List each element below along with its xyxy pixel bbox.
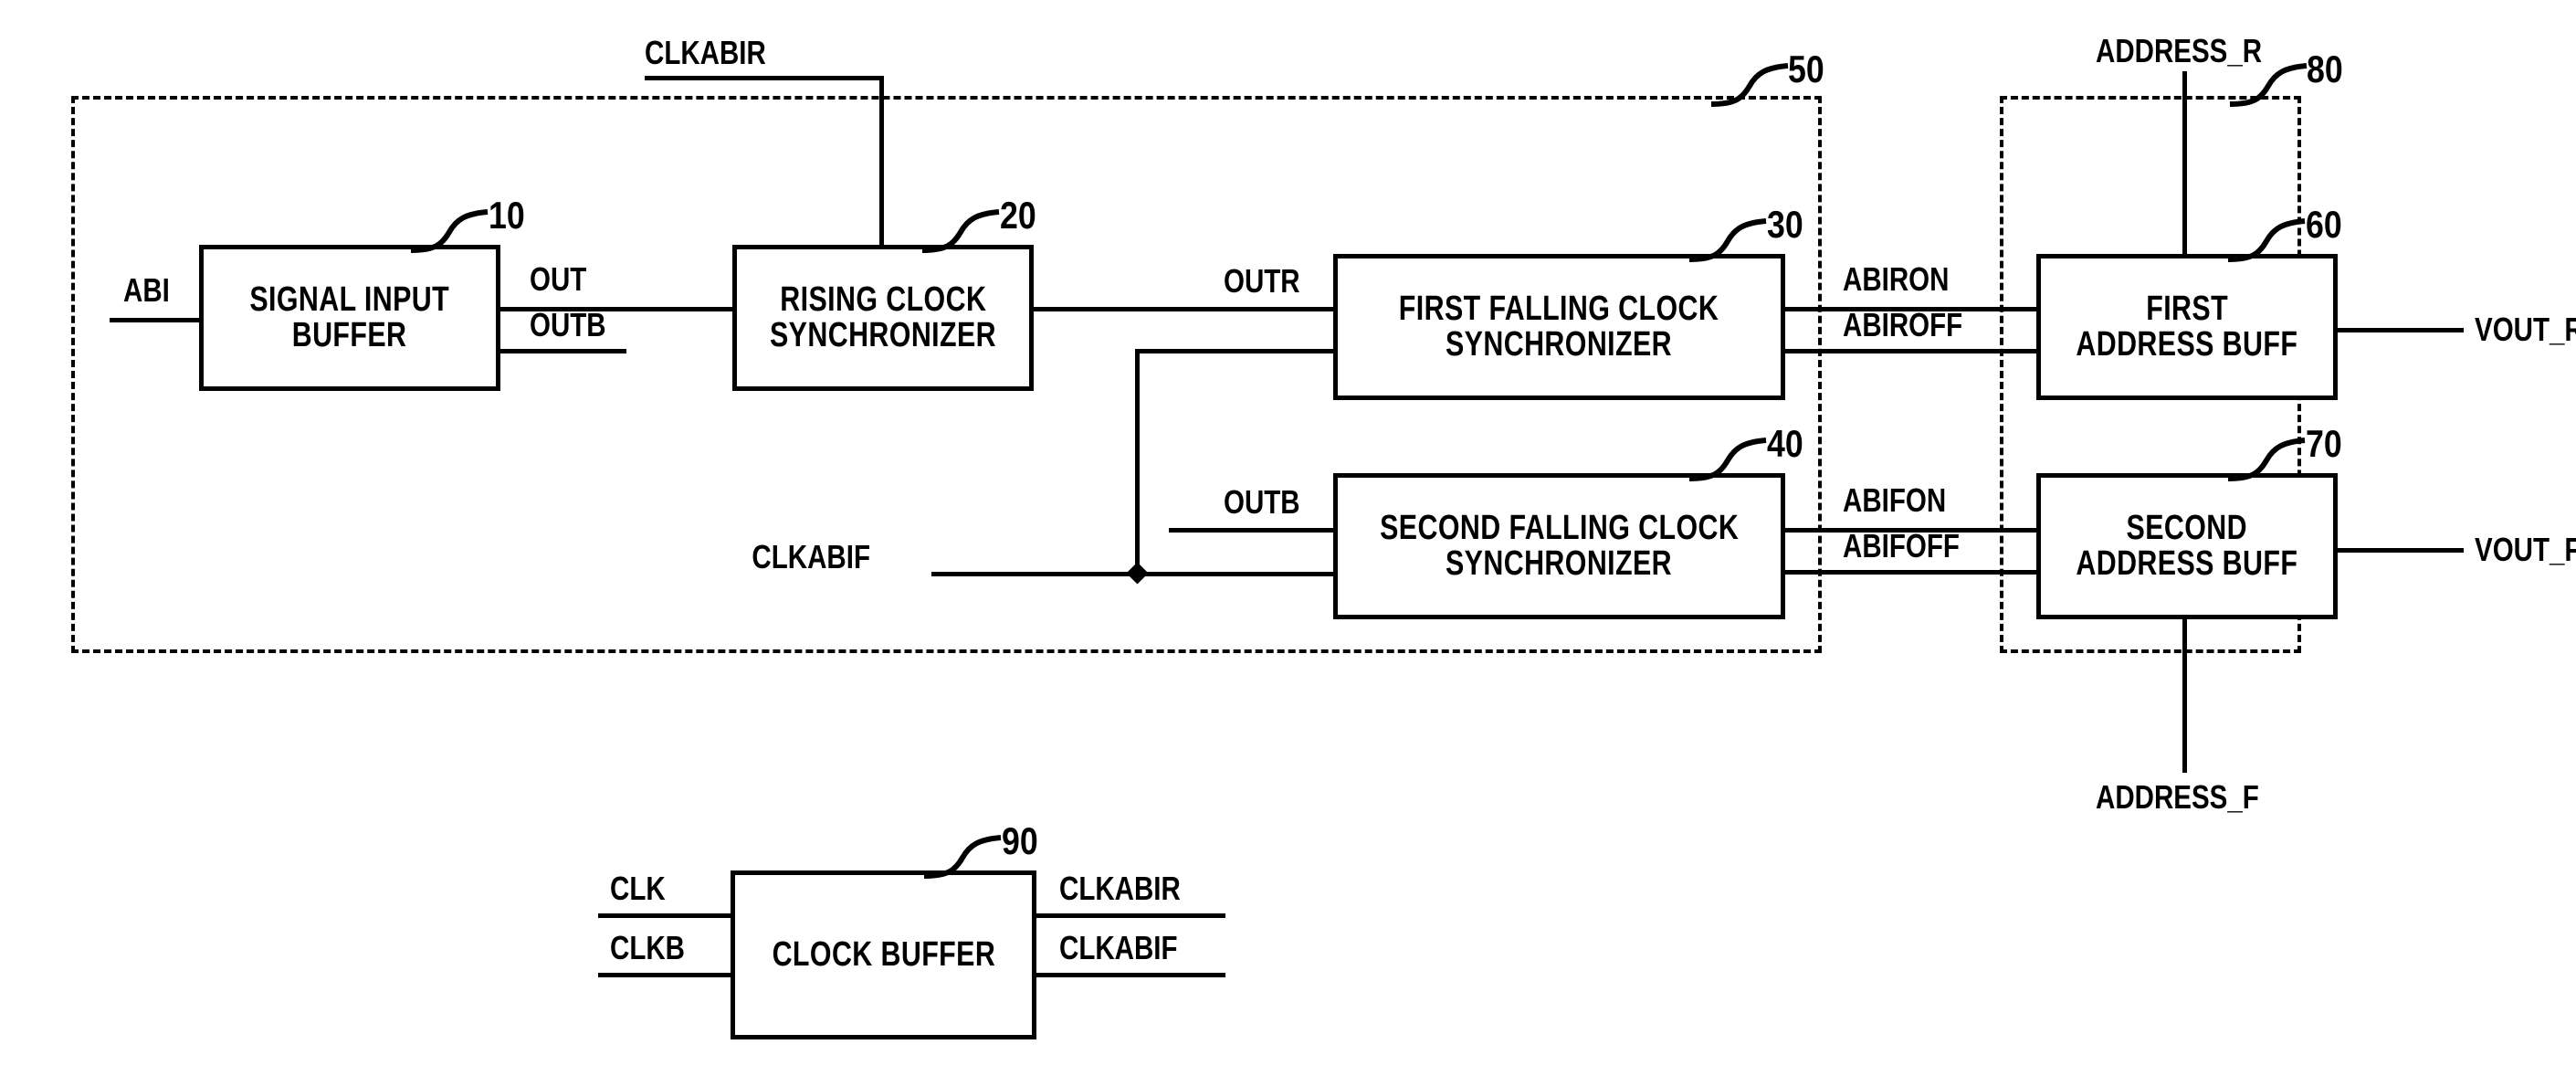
wire-clk <box>598 913 735 918</box>
signal-label-abifon: ABIFON <box>1843 481 1947 519</box>
wire-outr <box>1032 307 1338 311</box>
block-label-line2: BUFFER <box>292 316 407 354</box>
wire-clkb <box>598 973 735 977</box>
wire-abiroff <box>1783 349 2039 353</box>
wire-clkabif-branch-horizontal <box>1135 349 1338 353</box>
signal-label-clkabir-out: CLKABIR <box>1059 870 1181 907</box>
signal-label-clkb: CLKB <box>610 929 685 966</box>
signal-label-clkabif-mid: CLKABIF <box>752 538 870 575</box>
block-label-line1: CLOCK BUFFER <box>772 935 995 975</box>
signal-label-outr: OUTR <box>1224 262 1300 300</box>
block-label-line2: SYNCHRONIZER <box>769 316 997 354</box>
wire-outb-stub <box>499 349 626 353</box>
leader-line-60 <box>2227 218 2306 262</box>
signal-label-outb-mid: OUTB <box>1224 483 1300 521</box>
ref-numeral-20: 20 <box>1000 194 1036 237</box>
block-label-line1: SECOND <box>2126 509 2248 548</box>
wire-address-r <box>2182 71 2187 256</box>
wire-abi <box>110 318 201 322</box>
block-label-line2: SYNCHRONIZER <box>1446 544 1673 583</box>
block-label-line2: ADDRESS BUFF <box>2076 325 2298 364</box>
block-label-line1: SECOND FALLING CLOCK <box>1379 509 1740 548</box>
ref-numeral-40: 40 <box>1767 422 1803 465</box>
signal-label-abiroff: ABIROFF <box>1843 306 1963 343</box>
block-label-line1: SIGNAL INPUT <box>249 280 450 320</box>
leader-line-30 <box>1688 218 1767 262</box>
block-label-line2: ADDRESS BUFF <box>2076 544 2298 583</box>
wire-clkabir-horizontal <box>645 76 884 80</box>
signal-label-clkabir-top: CLKABIR <box>645 34 766 71</box>
wire-address-f <box>2182 617 2187 773</box>
signal-label-abifoff: ABIFOFF <box>1843 527 1960 564</box>
wire-abifoff <box>1783 570 2039 575</box>
wire-clkabir-out <box>1034 913 1225 918</box>
block-first-address-buff[interactable]: FIRST ADDRESS BUFF <box>2036 254 2338 400</box>
figure-canvas: SIGNAL INPUT BUFFER RISING CLOCK SYNCHRO… <box>0 0 2576 1076</box>
block-label-line1: FIRST <box>2146 290 2228 329</box>
wire-outb-mid <box>1169 528 1338 533</box>
signal-label-vout-f: VOUT_F <box>2475 531 2576 568</box>
block-second-falling-clock-synchronizer[interactable]: SECOND FALLING CLOCK SYNCHRONIZER <box>1333 473 1785 619</box>
signal-label-out: OUT <box>530 260 587 298</box>
leader-line-10 <box>410 209 489 253</box>
wire-clkabif-out <box>1034 973 1225 977</box>
wire-clkabif-branch-vertical <box>1135 349 1140 575</box>
leader-line-50 <box>1710 63 1789 107</box>
signal-label-vout-r: VOUT_R <box>2475 311 2576 348</box>
block-label-line1: RISING CLOCK <box>779 280 987 320</box>
ref-numeral-10: 10 <box>489 194 525 237</box>
ref-numeral-70: 70 <box>2306 422 2342 465</box>
ref-numeral-60: 60 <box>2306 203 2342 246</box>
block-clock-buffer[interactable]: CLOCK BUFFER <box>731 870 1036 1039</box>
wire-clkabir-vertical <box>879 76 884 249</box>
ref-numeral-90: 90 <box>1002 819 1038 862</box>
signal-label-address-f: ADDRESS_F <box>2096 778 2259 816</box>
ref-numeral-50: 50 <box>1788 47 1824 90</box>
signal-label-abiron: ABIRON <box>1843 260 1950 298</box>
block-signal-input-buffer[interactable]: SIGNAL INPUT BUFFER <box>199 245 500 391</box>
block-second-address-buff[interactable]: SECOND ADDRESS BUFF <box>2036 473 2338 619</box>
wire-vout-r <box>2336 328 2464 332</box>
signal-label-clk: CLK <box>610 870 666 907</box>
block-label-line2: SYNCHRONIZER <box>1446 325 1673 364</box>
leader-line-20 <box>921 209 1000 253</box>
leader-line-40 <box>1688 438 1767 481</box>
ref-numeral-80: 80 <box>2307 47 2343 90</box>
signal-label-clkabif-out: CLKABIF <box>1059 929 1178 966</box>
leader-line-80 <box>2229 63 2308 107</box>
block-label-line1: FIRST FALLING CLOCK <box>1399 290 1719 329</box>
leader-line-70 <box>2227 438 2306 481</box>
signal-label-abi: ABI <box>123 271 170 309</box>
ref-numeral-30: 30 <box>1767 203 1803 246</box>
wire-vout-f <box>2336 548 2464 553</box>
block-first-falling-clock-synchronizer[interactable]: FIRST FALLING CLOCK SYNCHRONIZER <box>1333 254 1785 400</box>
leader-line-90 <box>923 835 1002 879</box>
block-rising-clock-synchronizer[interactable]: RISING CLOCK SYNCHRONIZER <box>732 245 1034 391</box>
signal-label-outb-top: OUTB <box>530 306 606 343</box>
